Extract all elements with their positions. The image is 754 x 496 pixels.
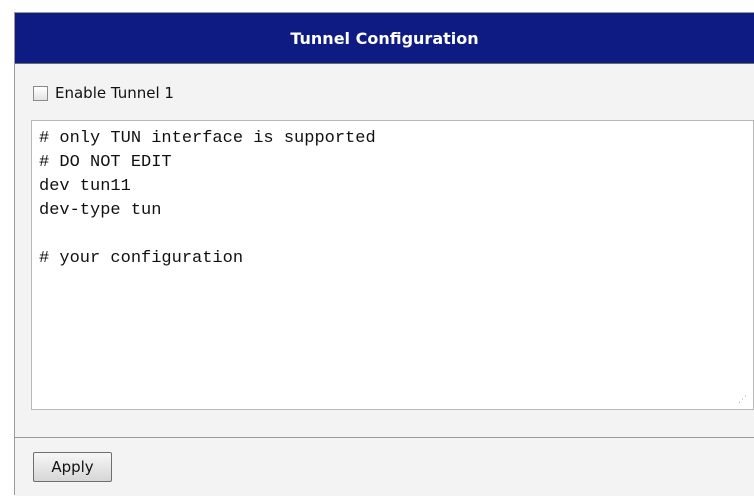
enable-tunnel-label[interactable]: Enable Tunnel 1 [55, 84, 174, 102]
tunnel-configuration-panel: Tunnel Configuration Enable Tunnel 1 # o… [14, 12, 754, 496]
panel-body: Enable Tunnel 1 # only TUN interface is … [15, 64, 754, 436]
panel-header: Tunnel Configuration [15, 13, 754, 64]
resize-grip-icon[interactable]: ⋰ [737, 395, 747, 405]
panel-title: Tunnel Configuration [290, 28, 479, 48]
enable-tunnel-checkbox[interactable] [33, 85, 48, 101]
config-textarea[interactable]: # only TUN interface is supported # DO N… [31, 120, 754, 410]
enable-tunnel-row[interactable]: Enable Tunnel 1 [33, 84, 174, 102]
apply-button[interactable]: Apply [33, 452, 112, 482]
config-text[interactable]: # only TUN interface is supported # DO N… [32, 121, 753, 271]
panel-footer: Apply [15, 438, 754, 496]
